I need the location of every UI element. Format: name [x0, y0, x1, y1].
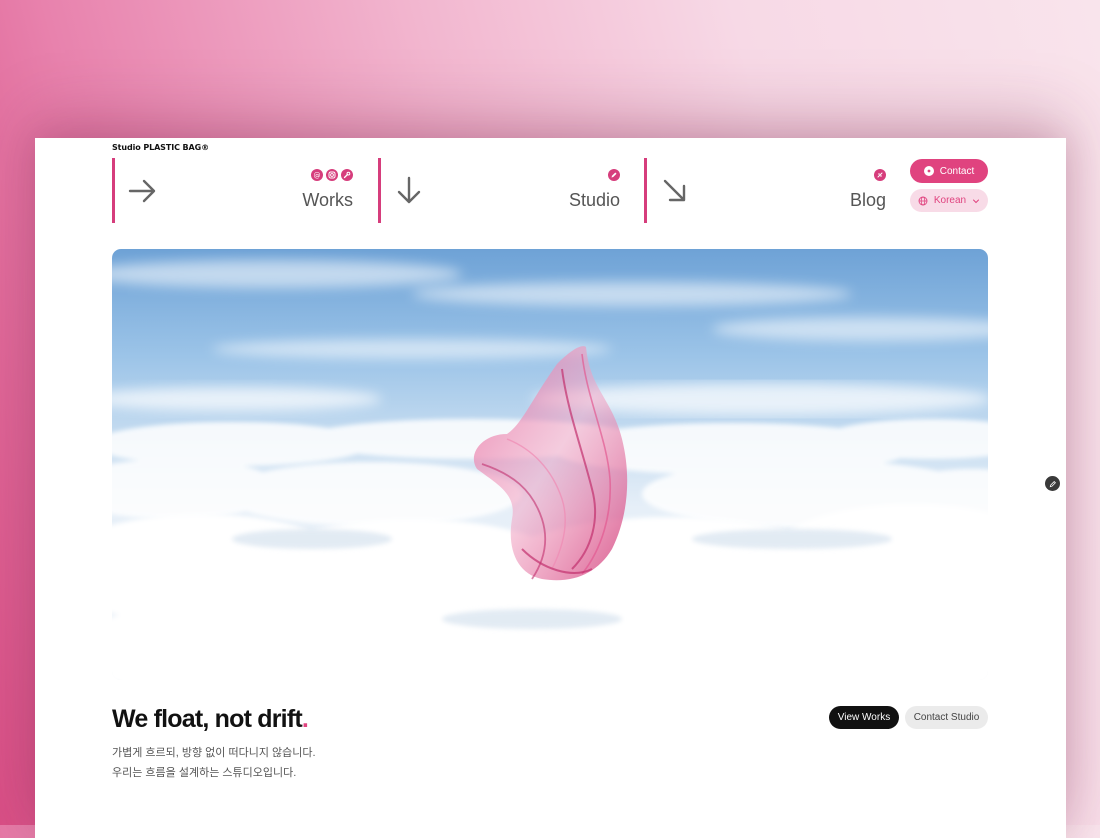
intro-line-1: 가볍게 흐르되, 방향 없이 떠다니지 않습니다.	[112, 747, 316, 759]
nav-studio[interactable]: Studio	[378, 158, 620, 223]
wrench-icon[interactable]	[341, 169, 353, 181]
blog-icon-group	[874, 169, 886, 181]
pencil-icon[interactable]	[608, 169, 620, 181]
svg-text:@: @	[314, 172, 321, 180]
nav-divider	[644, 158, 647, 223]
works-icon-group: @	[311, 169, 353, 181]
language-label: Korean	[933, 195, 967, 206]
chat-icon	[923, 166, 934, 176]
contact-button[interactable]: Contact	[910, 159, 988, 183]
nav-blog-label: Blog	[849, 190, 886, 210]
instagram-icon[interactable]	[326, 169, 338, 181]
page-sheet: Studio PLASTIC BAG® @ Works Studio Blog …	[35, 138, 1066, 838]
headline-period: .	[301, 705, 309, 733]
hero-image	[112, 249, 988, 680]
globe-icon	[918, 196, 928, 205]
nav-divider	[378, 158, 381, 223]
headline-text: We float, not drift	[112, 705, 303, 733]
nav-studio-label: Studio	[568, 190, 620, 210]
pencil-icon	[1049, 480, 1056, 487]
view-works-button[interactable]: View Works	[829, 706, 899, 729]
language-select[interactable]: Korean	[910, 189, 988, 212]
brand-logo[interactable]: Studio PLASTIC BAG®	[112, 143, 209, 152]
arrow-right-icon	[128, 179, 156, 203]
contact-studio-button[interactable]: Contact Studio	[905, 706, 988, 729]
contact-button-label: Contact	[939, 165, 975, 177]
blog-icon[interactable]	[874, 169, 886, 181]
hero-illustration	[112, 249, 988, 680]
nav-blog[interactable]: Blog	[644, 158, 886, 223]
headline: We float, not drift.	[112, 705, 309, 734]
intro-line-2: 우리는 흐름을 설계하는 스튜디오입니다.	[112, 767, 297, 779]
arrow-down-right-icon	[663, 179, 686, 202]
nav-works[interactable]: @ Works	[112, 158, 353, 223]
nav-works-label: Works	[302, 190, 353, 210]
studio-icon-group	[608, 169, 620, 181]
nav-divider	[112, 158, 115, 223]
threads-icon[interactable]: @	[311, 169, 323, 181]
chevron-down-icon	[973, 199, 980, 203]
arrow-down-icon	[397, 176, 421, 204]
floating-edit-button[interactable]	[1045, 476, 1060, 491]
